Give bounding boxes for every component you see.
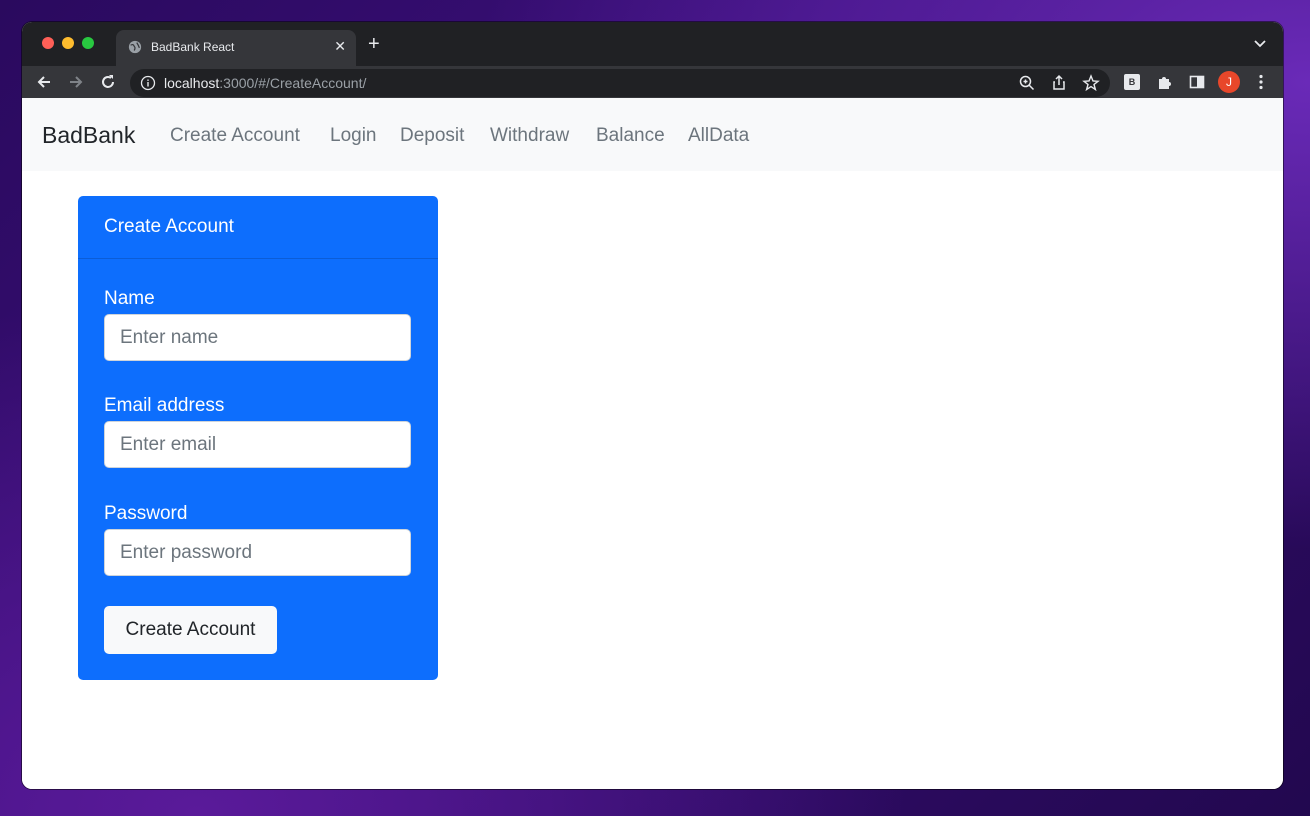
- create-account-card: Create Account Name Email address Passwo…: [78, 196, 438, 680]
- menu-icon[interactable]: [1252, 73, 1270, 91]
- extension-b-icon[interactable]: B: [1124, 74, 1140, 90]
- card-title: Create Account: [104, 216, 234, 237]
- globe-icon: [128, 40, 142, 54]
- url-path: :3000/#/CreateAccount/: [219, 75, 367, 91]
- new-tab-icon[interactable]: +: [368, 34, 380, 54]
- web-page: BadBank Create Account Login Deposit Wit…: [22, 98, 1283, 789]
- nav-link-balance[interactable]: Balance: [596, 125, 665, 147]
- browser-tab[interactable]: BadBank React ✕: [116, 30, 356, 66]
- card-header: Create Account: [78, 196, 438, 259]
- url-text: localhost:3000/#/CreateAccount/: [164, 75, 366, 91]
- create-account-button[interactable]: Create Account: [104, 606, 277, 654]
- close-window-button[interactable]: [42, 37, 54, 49]
- nav-link-deposit[interactable]: Deposit: [400, 125, 464, 147]
- back-icon[interactable]: [34, 72, 54, 92]
- reload-icon[interactable]: [98, 72, 118, 92]
- profile-avatar[interactable]: J: [1218, 71, 1240, 93]
- nav-link-create-account[interactable]: Create Account: [170, 125, 300, 147]
- browser-window: BadBank React ✕ + localhost:3000/#/Creat…: [22, 22, 1283, 789]
- sidepanel-icon[interactable]: [1188, 73, 1206, 91]
- password-input[interactable]: [104, 529, 411, 576]
- share-icon[interactable]: [1050, 74, 1068, 92]
- minimize-window-button[interactable]: [62, 37, 74, 49]
- email-input[interactable]: [104, 421, 411, 468]
- nav-link-login[interactable]: Login: [330, 125, 377, 147]
- forward-icon[interactable]: [66, 72, 86, 92]
- tab-strip: BadBank React ✕ +: [22, 22, 1283, 66]
- star-icon[interactable]: [1082, 74, 1100, 92]
- zoom-icon[interactable]: [1018, 74, 1036, 92]
- email-label: Email address: [104, 395, 225, 416]
- brand-link[interactable]: BadBank: [42, 122, 135, 149]
- info-icon[interactable]: [140, 75, 156, 91]
- name-input[interactable]: [104, 314, 411, 361]
- nav-link-withdraw[interactable]: Withdraw: [490, 125, 569, 147]
- navbar: BadBank Create Account Login Deposit Wit…: [22, 98, 1283, 171]
- chevron-down-icon[interactable]: [1253, 36, 1267, 50]
- extensions-icon[interactable]: [1156, 73, 1174, 91]
- name-label: Name: [104, 288, 155, 309]
- nav-link-alldata[interactable]: AllData: [688, 125, 749, 147]
- password-label: Password: [104, 503, 188, 524]
- close-tab-icon[interactable]: ✕: [334, 38, 346, 55]
- url-host: localhost: [164, 75, 220, 91]
- maximize-window-button[interactable]: [82, 37, 94, 49]
- browser-toolbar: localhost:3000/#/CreateAccount/ B J: [22, 66, 1283, 98]
- address-bar[interactable]: localhost:3000/#/CreateAccount/: [130, 69, 1110, 97]
- tab-title: BadBank React: [151, 40, 235, 54]
